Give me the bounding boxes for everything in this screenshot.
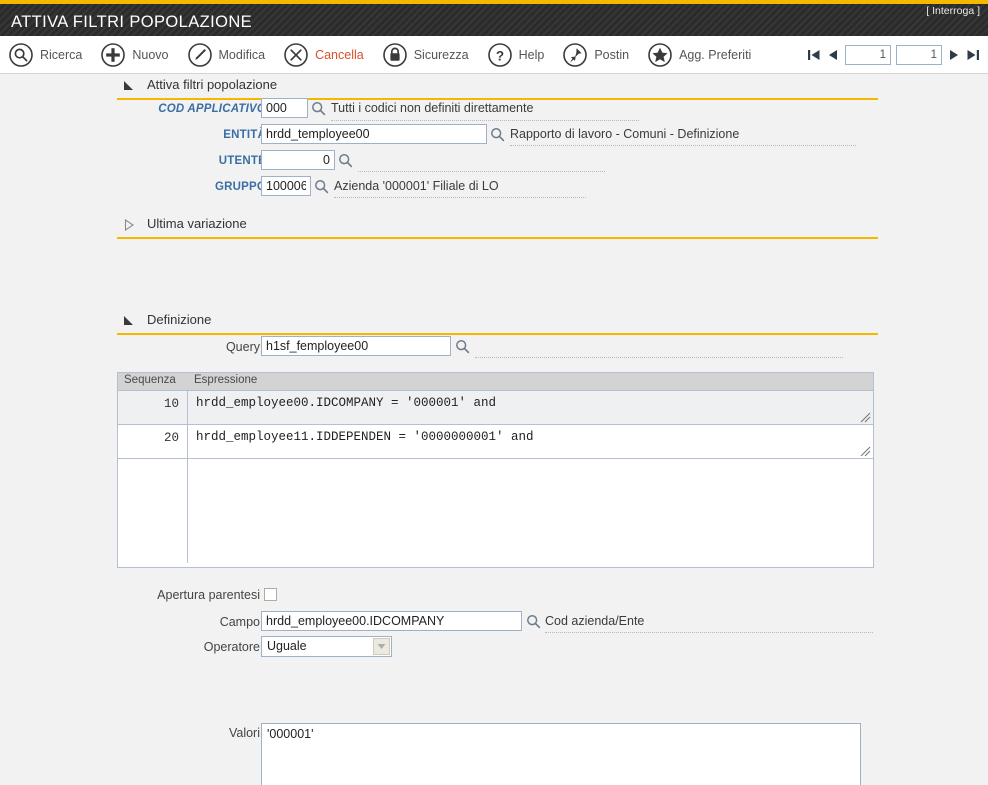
label-utente: UTENTE — [219, 155, 266, 167]
entita-input[interactable] — [261, 124, 487, 144]
toolbar-label: Agg. Preferiti — [679, 48, 751, 62]
row-espressione-text: hrdd_employee11.IDDEPENDEN = '0000000001… — [196, 430, 534, 444]
field-underline — [510, 145, 856, 146]
grid-empty-espressione — [188, 459, 873, 563]
first-record-icon[interactable] — [807, 47, 821, 63]
expression-grid: Sequenza Espressione 10 hrdd_employee00.… — [117, 372, 874, 568]
row-espressione-text: hrdd_employee00.IDCOMPANY = '000001' and — [196, 396, 496, 410]
row-espressione[interactable]: hrdd_employee11.IDDEPENDEN = '0000000001… — [188, 425, 873, 458]
current-page-input[interactable] — [845, 45, 891, 65]
entita-description: Rapporto di lavoro - Comuni - Definizion… — [510, 127, 739, 141]
toolbar-label: Nuovo — [132, 48, 168, 62]
query-input[interactable] — [261, 336, 451, 356]
section-header-ultima-variazione[interactable]: Ultima variazione — [117, 213, 878, 239]
toolbar-button-nuovo[interactable]: Nuovo — [100, 42, 168, 68]
row-sequenza: 10 — [118, 391, 188, 424]
label-entita: ENTITÀ — [223, 129, 266, 141]
table-row[interactable]: 20 hrdd_employee11.IDDEPENDEN = '0000000… — [118, 425, 873, 459]
table-row[interactable]: 10 hrdd_employee00.IDCOMPANY = '000001' … — [118, 391, 873, 425]
mode-badge: [ Interroga ] — [926, 5, 980, 17]
entita-lookup-icon[interactable] — [490, 127, 505, 142]
section-header-attiva-filtri[interactable]: Attiva filtri popolazione — [117, 74, 878, 100]
grid-header-espressione: Espressione — [188, 373, 263, 390]
grid-empty-sequenza — [118, 459, 188, 563]
utente-lookup-icon[interactable] — [338, 153, 353, 168]
field-underline — [334, 197, 586, 198]
toolbar-button-help[interactable]: ? Help — [487, 42, 545, 68]
toolbar-label: Help — [519, 48, 545, 62]
section-header-definizione[interactable]: Definizione — [117, 309, 878, 335]
label-apertura-parentesi: Apertura parentesi — [157, 588, 260, 602]
toolbar-label: Ricerca — [40, 48, 82, 62]
label-operatore: Operatore — [204, 640, 260, 654]
toolbar-button-cancella[interactable]: Cancella — [283, 42, 364, 68]
search-icon — [8, 42, 34, 68]
grid-empty-area — [118, 459, 873, 563]
lock-icon — [382, 42, 408, 68]
star-icon — [647, 42, 673, 68]
cod-applicativo-input[interactable] — [261, 98, 308, 118]
collapse-triangle-icon — [122, 79, 136, 93]
toolbar-label: Modifica — [219, 48, 266, 62]
last-record-icon[interactable] — [966, 47, 980, 63]
operatore-select[interactable]: Uguale — [261, 636, 392, 657]
pencil-icon — [187, 42, 213, 68]
toolbar-label: Sicurezza — [414, 48, 469, 62]
cod-applicativo-lookup-icon[interactable] — [311, 101, 326, 116]
grid-header-row: Sequenza Espressione — [118, 373, 873, 391]
next-record-icon[interactable] — [947, 47, 961, 63]
row-espressione[interactable]: hrdd_employee00.IDCOMPANY = '000001' and — [188, 391, 873, 424]
page-title: ATTIVA FILTRI POPOLAZIONE — [11, 13, 252, 32]
field-underline — [358, 171, 605, 172]
campo-lookup-icon[interactable] — [526, 614, 541, 629]
utente-input[interactable] — [261, 150, 335, 170]
operatore-selected-value: Uguale — [267, 639, 307, 653]
row-sequenza: 20 — [118, 425, 188, 458]
label-campo: Campo — [220, 615, 260, 629]
gruppo-description: Azienda '000001' Filiale di LO — [334, 179, 499, 193]
collapse-triangle-icon — [122, 314, 136, 328]
field-underline — [331, 120, 639, 121]
resize-grip-icon[interactable] — [860, 412, 871, 423]
valori-textarea[interactable] — [261, 723, 861, 785]
label-valori: Valori — [229, 726, 260, 740]
apertura-parentesi-checkbox[interactable] — [264, 588, 277, 601]
question-icon: ? — [487, 42, 513, 68]
toolbar-button-sicurezza[interactable]: Sicurezza — [382, 42, 469, 68]
section-title: Ultima variazione — [147, 216, 247, 231]
label-query: Query — [226, 340, 260, 354]
total-pages-input[interactable] — [896, 45, 942, 65]
gruppo-input[interactable] — [261, 176, 311, 196]
label-gruppo: GRUPPO — [215, 181, 266, 193]
cod-applicativo-description: Tutti i codici non definiti direttamente — [331, 101, 533, 115]
expand-triangle-icon — [122, 218, 136, 232]
pin-icon — [562, 42, 588, 68]
x-icon — [283, 42, 309, 68]
svg-text:?: ? — [495, 48, 503, 63]
toolbar: Ricerca Nuovo Modifica Cancella Sicurez — [0, 36, 988, 74]
pagination-controls — [807, 36, 980, 74]
plus-icon — [100, 42, 126, 68]
toolbar-button-ricerca[interactable]: Ricerca — [8, 42, 82, 68]
main-content: Attiva filtri popolazione COD APPLICATIV… — [0, 74, 988, 785]
title-bar: ATTIVA FILTRI POPOLAZIONE [ Interroga ] — [0, 0, 988, 36]
toolbar-label: Postin — [594, 48, 629, 62]
chevron-down-icon[interactable] — [373, 638, 390, 655]
campo-input[interactable] — [261, 611, 522, 631]
grid-header-sequenza: Sequenza — [118, 373, 188, 390]
gruppo-lookup-icon[interactable] — [314, 179, 329, 194]
toolbar-button-postin[interactable]: Postin — [562, 42, 629, 68]
field-underline — [545, 632, 873, 633]
campo-description: Cod azienda/Ente — [545, 614, 644, 628]
query-lookup-icon[interactable] — [455, 339, 470, 354]
label-cod-applicativo: COD APPLICATIVO — [158, 103, 266, 115]
toolbar-button-agg-preferiti[interactable]: Agg. Preferiti — [647, 42, 751, 68]
field-underline — [475, 357, 843, 358]
toolbar-button-modifica[interactable]: Modifica — [187, 42, 266, 68]
toolbar-label: Cancella — [315, 48, 364, 62]
previous-record-icon[interactable] — [826, 47, 840, 63]
section-title: Definizione — [147, 312, 211, 327]
resize-grip-icon[interactable] — [860, 446, 871, 457]
section-title: Attiva filtri popolazione — [147, 77, 277, 92]
